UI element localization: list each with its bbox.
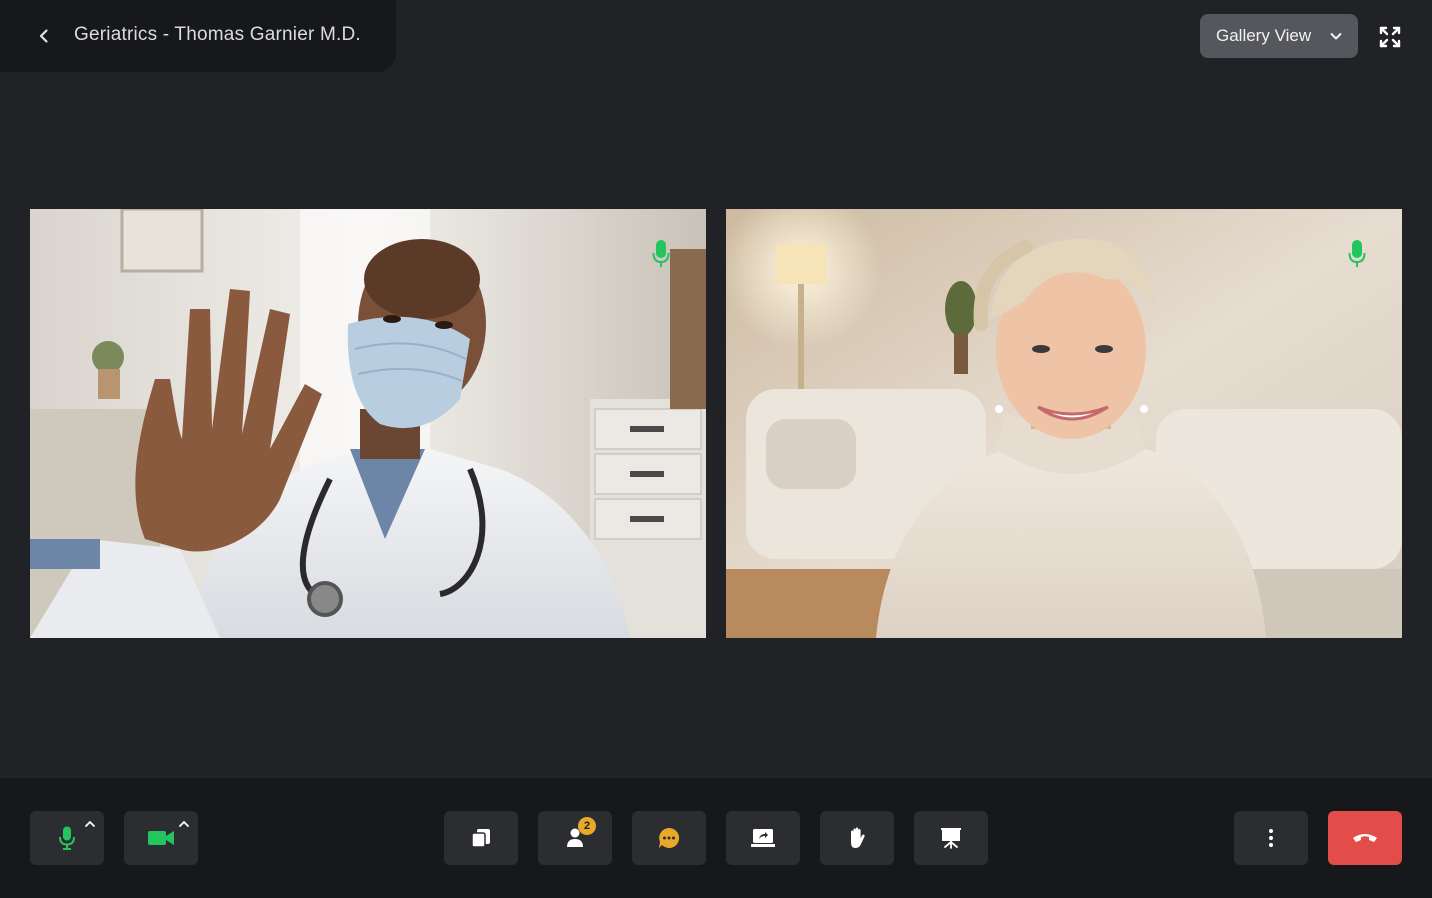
more-options-button[interactable] — [1234, 811, 1308, 865]
chat-bubble-icon — [659, 827, 680, 848]
caret-up-icon[interactable] — [178, 819, 190, 829]
view-mode-dropdown[interactable]: Gallery View — [1200, 14, 1358, 58]
video-camera-icon — [148, 831, 174, 845]
participant-count-badge: 2 — [578, 817, 596, 835]
share-screen-icon — [751, 829, 775, 847]
call-title-bar: Geriatrics - Thomas Garnier M.D. — [0, 0, 396, 72]
microphone-icon — [652, 240, 670, 267]
video-tile-doctor[interactable] — [30, 209, 706, 638]
raise-hand-button[interactable] — [820, 811, 894, 865]
chevron-left-icon — [39, 29, 48, 43]
presentation-icon — [941, 828, 961, 849]
doctor-video-feed — [30, 209, 706, 638]
hand-icon — [851, 827, 865, 848]
phone-hangup-icon — [1353, 834, 1377, 842]
microphone-icon — [1348, 240, 1366, 267]
documents-button[interactable] — [444, 811, 518, 865]
mic-toggle-button[interactable] — [30, 811, 104, 865]
caret-up-icon[interactable] — [84, 819, 96, 829]
view-mode-label: Gallery View — [1216, 26, 1312, 45]
patient-video-feed — [726, 209, 1402, 638]
more-vertical-icon — [1269, 829, 1273, 847]
presentation-button[interactable] — [914, 811, 988, 865]
camera-toggle-button[interactable] — [124, 811, 198, 865]
documents-icon — [471, 829, 490, 848]
call-toolbar: 2 — [0, 778, 1432, 898]
microphone-icon — [59, 826, 75, 850]
end-call-button[interactable] — [1328, 811, 1402, 865]
expand-icon — [1379, 26, 1401, 48]
share-screen-button[interactable] — [726, 811, 800, 865]
participants-button[interactable]: 2 — [538, 811, 612, 865]
call-title: Geriatrics - Thomas Garnier M.D. — [74, 24, 361, 45]
fullscreen-button[interactable] — [1376, 23, 1404, 51]
video-tile-patient[interactable] — [726, 209, 1402, 638]
chevron-down-icon — [1330, 33, 1342, 40]
chat-button[interactable] — [632, 811, 706, 865]
video-call-app: Geriatrics - Thomas Garnier M.D. Gallery… — [0, 0, 1432, 898]
back-button[interactable] — [30, 22, 58, 50]
